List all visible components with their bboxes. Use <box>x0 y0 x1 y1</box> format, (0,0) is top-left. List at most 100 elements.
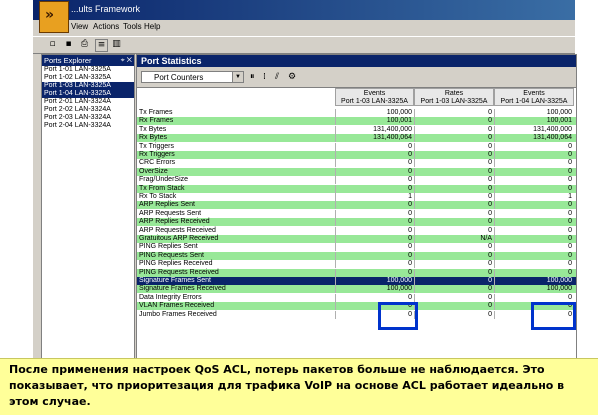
cell-value: 0 <box>414 251 494 260</box>
table-row[interactable]: PING Requests Sent 0 0 0 <box>137 251 576 260</box>
menu-actions[interactable]: Actions <box>93 22 119 31</box>
cell-value: 0 <box>414 134 494 143</box>
table-row[interactable]: Frag/UnderSize 0 0 0 <box>137 176 576 185</box>
cell-value: 0 <box>335 226 414 235</box>
caption-text: После применения настроек QoS ACL, потер… <box>0 358 598 415</box>
column-header-line1: Rates <box>444 90 464 97</box>
view-list-icon[interactable]: ≡ <box>95 39 108 52</box>
clear-icon[interactable]: ⁞ <box>263 71 266 83</box>
menu-help[interactable]: Help <box>144 22 160 31</box>
table-row[interactable]: ARP Replies Received 0 0 0 <box>137 218 576 227</box>
table-row[interactable]: Tx Bytes 131,400,000 0 131,400,000 <box>137 125 576 134</box>
settings-icon[interactable]: ⚙ <box>288 71 296 83</box>
port-statistics-panel: Port Statistics Port Counters ▼ ⏸ ⁞ ⫽ ⚙ … <box>136 54 577 362</box>
view-select[interactable]: Port Counters ▼ <box>141 71 244 83</box>
row-label: Gratuitous ARP Received <box>139 235 219 242</box>
row-label: Data Integrity Errors <box>139 293 202 301</box>
cell-value: 100,000 <box>335 285 414 294</box>
cell-value: 0 <box>414 243 494 252</box>
cell-value: 0 <box>335 167 414 176</box>
column-header[interactable]: Events Port 1-03 LAN-3325A <box>335 88 414 106</box>
save-icon[interactable]: ▪ <box>63 39 74 50</box>
cell-value: 0 <box>335 293 414 302</box>
cell-value: 0 <box>414 218 494 227</box>
cell-value: 131,400,000 <box>335 125 414 134</box>
row-label: ARP Replies Sent <box>139 201 195 209</box>
table-row[interactable]: Tx From Stack 0 0 0 <box>137 184 576 193</box>
row-label: Rx Triggers <box>139 151 175 158</box>
cell-value: 0 <box>414 285 494 294</box>
cell-value: 0 <box>335 218 414 227</box>
menu-view[interactable]: View <box>71 22 88 31</box>
table-row[interactable]: Rx Frames 100,001 0 100,001 <box>137 117 576 126</box>
cell-value: 0 <box>494 201 574 210</box>
column-header-line1: Events <box>363 90 386 97</box>
explorer-title: Ports Explorer <box>44 56 92 65</box>
explorer-item[interactable]: Port 2-02 LAN-3324A <box>42 106 134 114</box>
column-header[interactable]: Rates Port 1-03 LAN-3325A <box>414 88 494 106</box>
cell-value: 0 <box>494 159 574 168</box>
explorer-item[interactable]: Port 2-04 LAN-3324A <box>42 122 134 130</box>
print-icon[interactable]: ⎙ <box>79 39 90 50</box>
table-row[interactable]: ARP Requests Received 0 0 0 <box>137 226 576 235</box>
cell-value: 0 <box>335 235 414 243</box>
new-file-icon[interactable]: ▫ <box>47 39 58 50</box>
table-row[interactable]: Rx Triggers 0 0 0 <box>137 151 576 159</box>
cell-value: 0 <box>414 117 494 126</box>
table-row[interactable]: OverSize 0 0 0 <box>137 167 576 176</box>
row-label: Rx To Stack <box>139 193 177 200</box>
table-row[interactable]: VLAN Frames Received 0 0 0 <box>137 302 576 311</box>
table-row[interactable]: Data Integrity Errors 0 0 0 <box>137 293 576 302</box>
chart-icon[interactable]: ⫽ <box>275 71 279 83</box>
pause-icon[interactable]: ⏸ <box>250 71 255 83</box>
cell-value: 0 <box>414 193 494 201</box>
cell-value: 0 <box>494 218 574 227</box>
cell-value: 0 <box>335 251 414 260</box>
explorer-item[interactable]: Port 2-01 LAN-3324A <box>42 98 134 106</box>
cell-value: 0 <box>494 184 574 193</box>
explorer-item[interactable]: Port 1-04 LAN-3325A <box>42 90 134 98</box>
cell-value: 0 <box>414 159 494 168</box>
chevron-down-icon[interactable]: ▼ <box>232 72 243 82</box>
table-row[interactable]: Rx To Stack 1 0 1 <box>137 193 576 201</box>
column-header-line1: Events <box>523 90 545 97</box>
cell-value: 131,400,000 <box>494 125 574 134</box>
table-row[interactable]: PING Replies Received 0 0 0 <box>137 260 576 269</box>
cell-value: 0 <box>414 209 494 218</box>
row-label: OverSize <box>139 167 168 175</box>
cell-value: 100,001 <box>494 117 574 126</box>
column-header-line2: Port 1-04 LAN-3325A <box>500 98 568 105</box>
explorer-item[interactable]: Port 1-03 LAN-3325A <box>42 82 134 90</box>
highlight-box <box>531 302 576 330</box>
table-row[interactable]: Signature Frames Received 100,000 0 100,000 <box>137 285 576 294</box>
cell-value: 1 <box>335 193 414 201</box>
table-row[interactable]: CRC Errors 0 0 0 <box>137 159 576 168</box>
table-row[interactable]: PING Replies Sent 0 0 0 <box>137 243 576 252</box>
menu-tools[interactable]: Tools <box>123 22 142 31</box>
column-header[interactable]: Events Port 1-04 LAN-3325A <box>494 88 574 106</box>
cell-value: 0 <box>335 142 414 151</box>
row-label: Signature Frames Sent <box>139 277 211 284</box>
toolbar: ▫ ▪ ⎙ ≡ ▥ <box>33 36 575 54</box>
table-row[interactable]: Gratuitous ARP Received 0 N/A 0 <box>137 235 576 243</box>
row-label: PING Requests Sent <box>139 251 204 259</box>
table-row[interactable]: Tx Triggers 0 0 0 <box>137 142 576 151</box>
explorer-item[interactable]: Port 1-01 LAN-3325A <box>42 66 134 74</box>
cell-value: 0 <box>414 125 494 134</box>
row-label: PING Requests Received <box>139 268 219 276</box>
table-row[interactable]: Signature Frames Sent 100,000 0 100,000 <box>137 277 576 285</box>
cell-value: 0 <box>414 226 494 235</box>
pin-close-icon[interactable]: ⌖ ✕ <box>121 55 132 66</box>
table-row[interactable]: Jumbo Frames Received 0 0 0 <box>137 310 576 319</box>
view-grid-icon[interactable]: ▥ <box>111 39 122 50</box>
cell-value: N/A <box>414 235 494 243</box>
table-row[interactable]: Rx Bytes 131,400,064 0 131,400,064 <box>137 134 576 143</box>
explorer-item[interactable]: Port 1-02 LAN-3325A <box>42 74 134 82</box>
table-row[interactable]: Tx Frames 100,000 0 100,000 <box>137 109 576 117</box>
table-row[interactable]: PING Requests Received 0 0 0 <box>137 268 576 277</box>
table-row[interactable]: ARP Requests Sent 0 0 0 <box>137 209 576 218</box>
menu-bar: View Actions Tools Help <box>33 20 575 35</box>
explorer-item[interactable]: Port 2-03 LAN-3324A <box>42 114 134 122</box>
cell-value: 1 <box>494 193 574 201</box>
table-row[interactable]: ARP Replies Sent 0 0 0 <box>137 201 576 210</box>
